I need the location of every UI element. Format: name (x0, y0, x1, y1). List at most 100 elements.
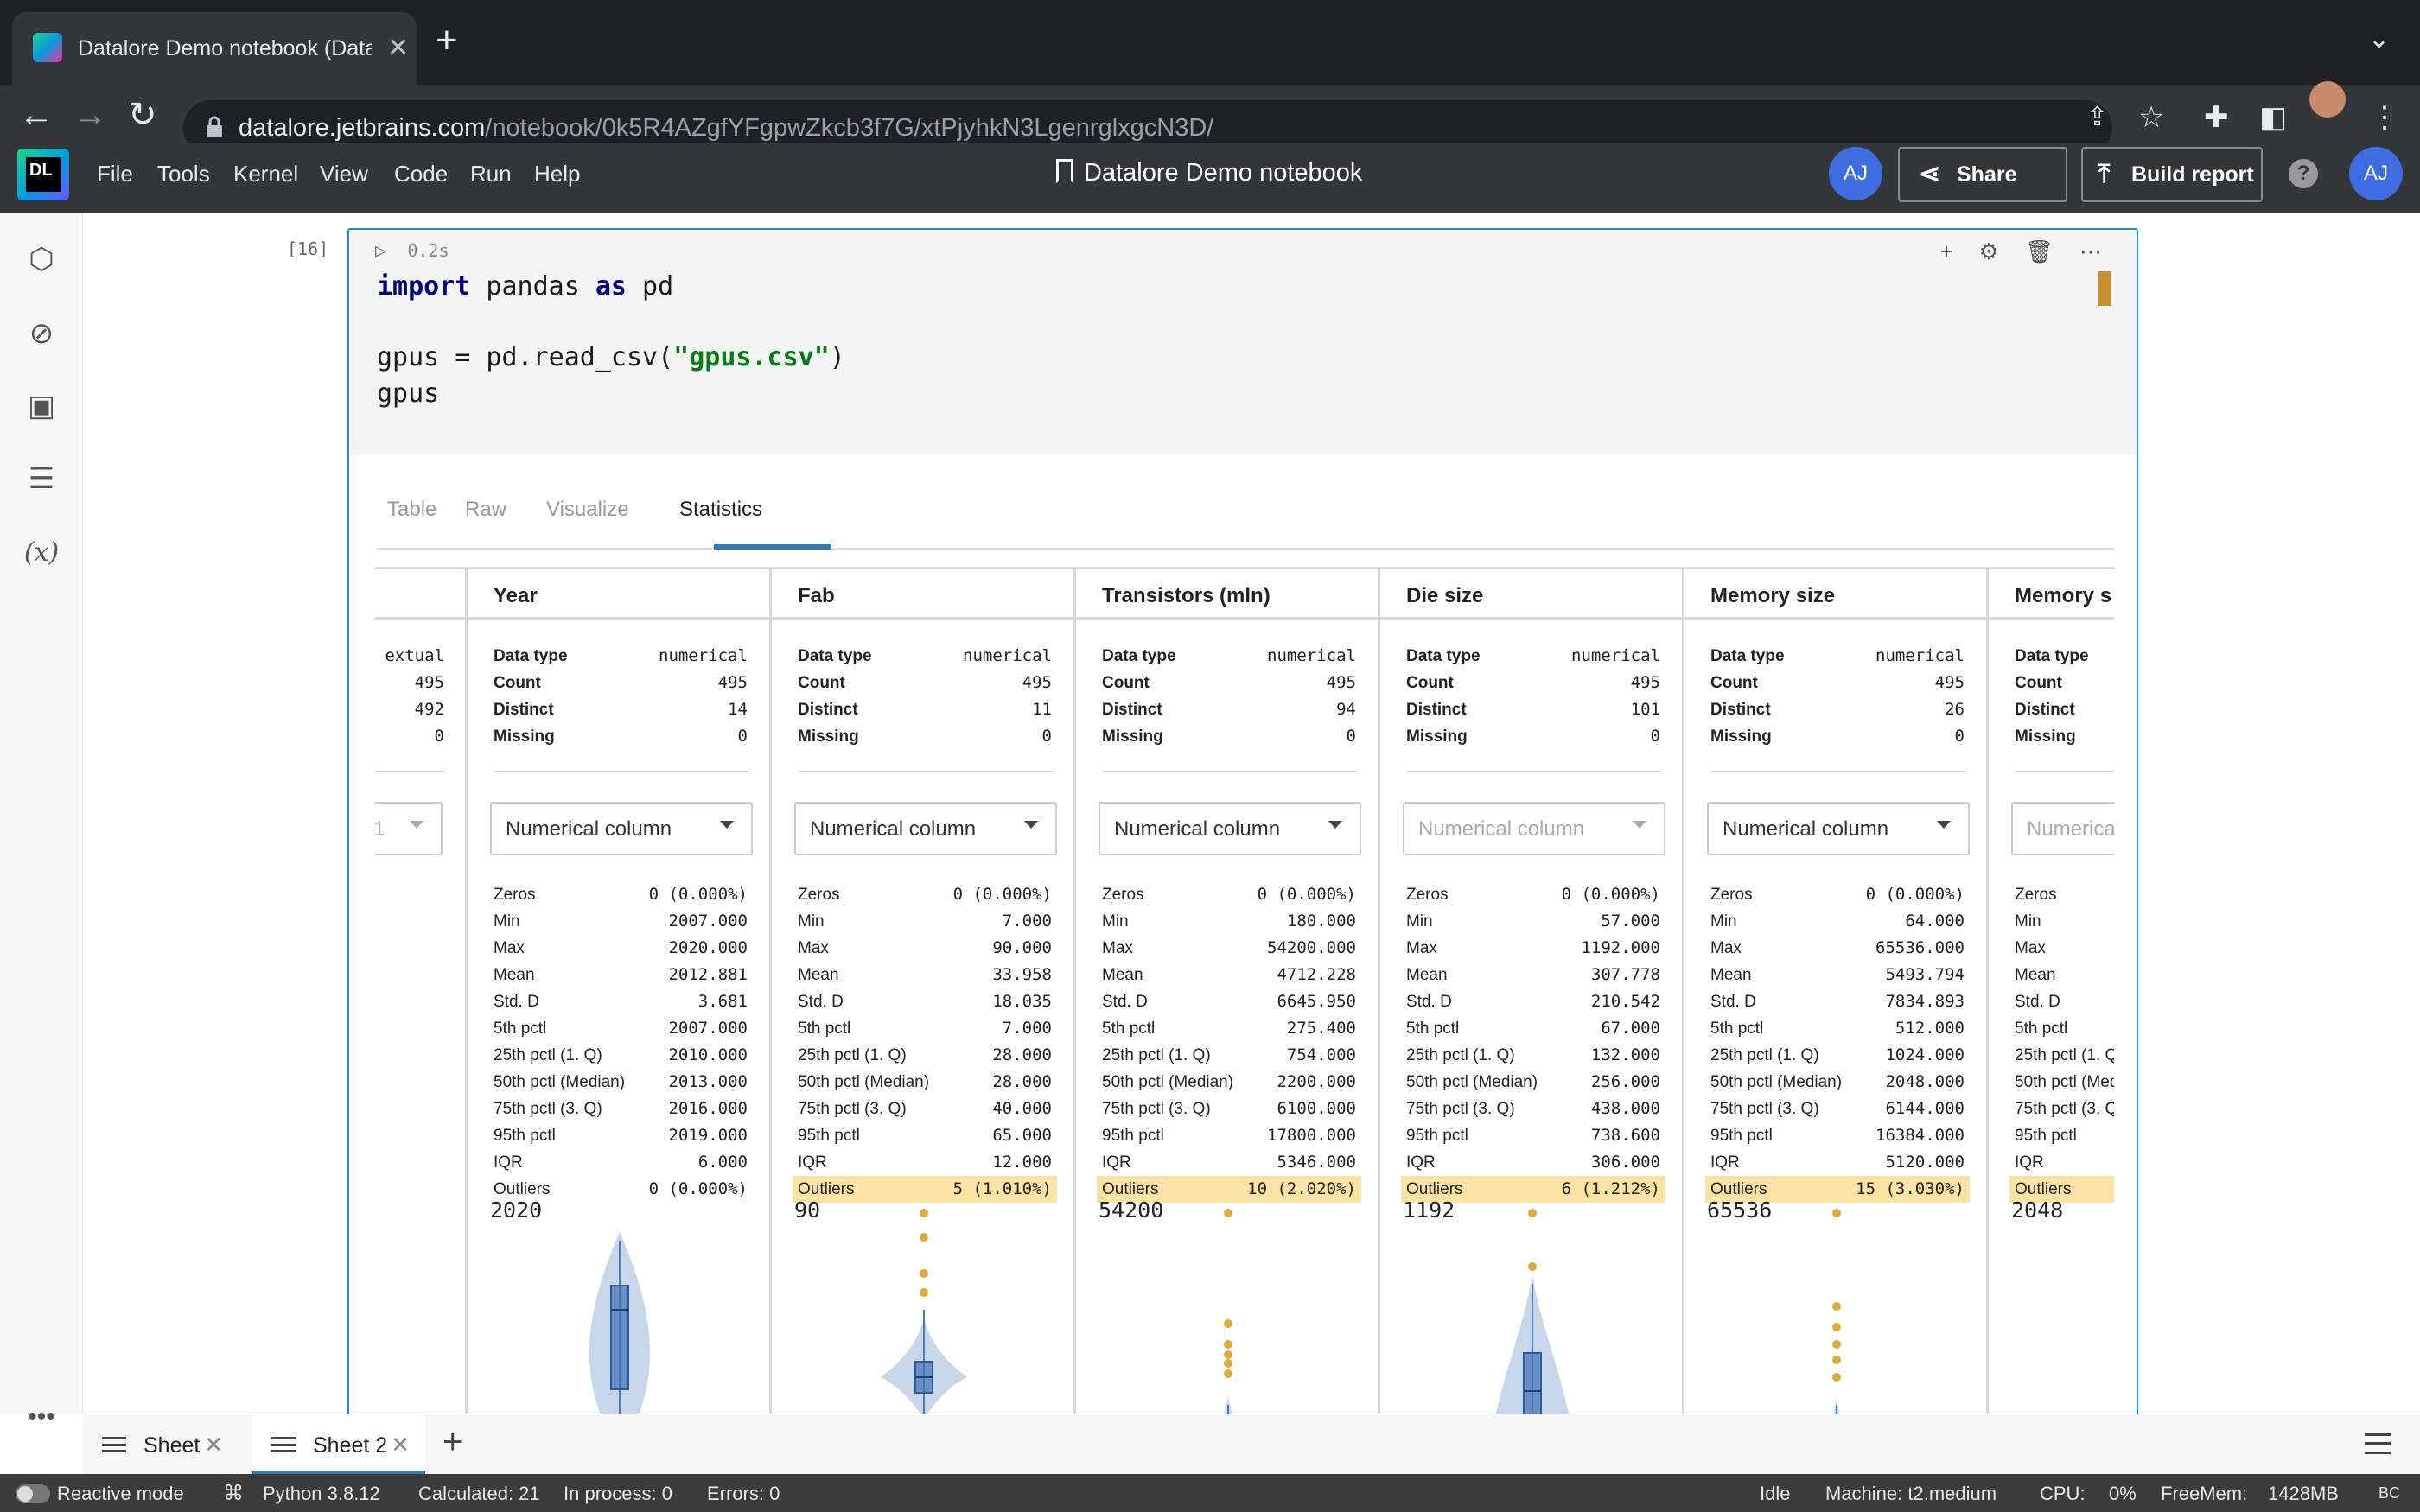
stat-std: Std. D (2015, 988, 2114, 1015)
bookmark-star-icon[interactable]: ☆ (2138, 100, 2164, 135)
menu-run[interactable]: Run (470, 161, 512, 187)
stat-value: numerical (1267, 646, 1356, 665)
close-sheet-icon[interactable]: ✕ (391, 1432, 410, 1458)
box (610, 1285, 629, 1390)
dropdown-text: Numerical column (810, 817, 977, 841)
attachment-icon[interactable]: ⊘ (21, 313, 62, 354)
code-text: gpus = pd.read_csv( (377, 342, 674, 372)
close-sheet-icon[interactable]: ✕ (204, 1432, 223, 1458)
stat-value: 180.000 (1286, 912, 1356, 931)
stat-value: 0 (1346, 727, 1356, 746)
menu-tools[interactable]: Tools (157, 161, 210, 187)
chevron-down-icon[interactable]: ⌄ (2368, 24, 2390, 54)
stat-max: Max 90.000 (798, 935, 1052, 962)
stat-label: Missing (1406, 727, 1468, 746)
stat-value: 0 (1650, 727, 1660, 746)
code-keyword: import (377, 271, 471, 302)
outline-icon[interactable]: ☰ (21, 458, 62, 499)
stat-count: Count 495 (1406, 670, 1660, 696)
add-sheet-icon[interactable]: + (443, 1423, 462, 1462)
stat-value: 10 (2.020%) (1247, 1179, 1356, 1198)
stat-value: 101 (1630, 700, 1660, 719)
stat-label: Zeros (494, 886, 536, 904)
stat-p75: 75th pctl (3. Q) (2015, 1096, 2114, 1122)
close-tab-icon[interactable]: ✕ (387, 33, 409, 63)
url-domain: datalore.jetbrains.com (239, 114, 486, 142)
stat-label: 25th pctl (1. Q) (1102, 1046, 1211, 1064)
stat-value: 28.000 (992, 1045, 1052, 1064)
new-tab-icon[interactable]: + (436, 19, 458, 62)
share-button[interactable]: ⋖ Share (1898, 147, 2067, 202)
plot-max-value: 2048 (2011, 1198, 2064, 1223)
cell-settings-icon[interactable]: ⚙ (1979, 238, 1999, 264)
datalore-logo[interactable]: DL (17, 149, 69, 200)
menu-code[interactable]: Code (394, 161, 448, 187)
menu-help[interactable]: Help (534, 161, 580, 187)
forward-icon[interactable]: → (73, 93, 107, 137)
extensions-icon[interactable]: ✚ (2204, 100, 2229, 135)
column-type-dropdown[interactable]: Numerical column (490, 802, 753, 855)
column-header[interactable]: Transistors (mln) (1076, 567, 1379, 620)
column-type-dropdown[interactable]: Numerica (2011, 802, 2114, 855)
run-cell-icon[interactable]: ▷ (375, 240, 386, 262)
column-header[interactable]: Memory size (1684, 567, 1987, 620)
build-report-button[interactable]: ⤒ Build report (2081, 147, 2263, 202)
cell-more-icon[interactable]: ⋯ (2079, 238, 2102, 264)
variables-icon[interactable]: (x) (21, 532, 62, 574)
reload-icon[interactable]: ↻ (128, 93, 157, 137)
stat-min: Min 2007.000 (494, 908, 748, 935)
partial-column-dropdown[interactable]: 1 (375, 802, 443, 855)
tab-statistics[interactable]: Statistics (679, 498, 762, 522)
python-version[interactable]: Python 3.8.12 (263, 1483, 380, 1505)
browser-menu-icon[interactable]: ⋮ (2370, 100, 2399, 135)
notebook-title[interactable]: Datalore Demo notebook (1056, 159, 1362, 187)
sheets-menu-icon[interactable] (2365, 1433, 2391, 1454)
chip-icon[interactable]: ▣ (21, 385, 62, 427)
user-avatar[interactable]: AJ (2349, 147, 2403, 200)
stat-iqr: IQR 306.000 (1406, 1149, 1660, 1176)
stats-separator (1710, 771, 1965, 772)
stat-p50: 50th pctl (Median) 2013.000 (494, 1069, 748, 1096)
help-icon[interactable]: ? (2289, 159, 2318, 188)
column-type-dropdown[interactable]: Numerical column (794, 802, 1057, 855)
stat-data_type: Data type numerical (494, 643, 748, 670)
menu-view[interactable]: View (320, 161, 368, 187)
column-header[interactable]: Fab (772, 567, 1074, 620)
code-editor[interactable]: ▷ 0.2s import pandas as pd gpus = pd.rea… (351, 232, 2137, 454)
stat-max: Max 1192.000 (1406, 935, 1660, 962)
browser-tab[interactable]: Datalore Demo notebook (Data ✕ (12, 12, 417, 85)
machine-type[interactable]: Machine: t2.medium (1825, 1483, 1996, 1505)
column-header[interactable]: Year (468, 567, 770, 620)
stat-label: Distinct (494, 701, 554, 719)
stat-label: 75th pctl (3. Q) (798, 1100, 907, 1118)
collaborator-avatar[interactable]: AJ (1829, 147, 1882, 200)
violin-plot (1224, 1209, 1232, 1414)
stats-separator (1406, 771, 1660, 772)
dropdown-arrow-icon (1328, 821, 1342, 829)
column-type-dropdown[interactable]: Numerical column (1403, 802, 1665, 855)
stat-value: 6645.950 (1277, 992, 1356, 1011)
add-cell-icon[interactable]: + (1939, 238, 1952, 264)
share-page-icon[interactable]: ⇪ (2086, 102, 2108, 132)
reactive-mode-toggle[interactable] (16, 1484, 50, 1503)
sheet-tab-1[interactable]: Sheet ✕ (83, 1414, 239, 1475)
tab-table[interactable]: Table (387, 498, 436, 522)
menu-kernel[interactable]: Kernel (233, 161, 298, 187)
tab-visualize[interactable]: Visualize (546, 498, 629, 522)
side-panel-icon[interactable]: ◧ (2259, 100, 2287, 135)
back-icon[interactable]: ← (19, 93, 54, 137)
partial-separator (375, 771, 444, 772)
tab-raw[interactable]: Raw (465, 498, 506, 522)
column-type-dropdown[interactable]: Numerical column (1099, 802, 1361, 855)
menu-file[interactable]: File (97, 161, 133, 187)
code-cell[interactable]: ▷ 0.2s import pandas as pd gpus = pd.rea… (347, 228, 2138, 1414)
column-type-dropdown[interactable]: Numerical column (1707, 802, 1970, 855)
cube-icon[interactable]: ⬡ (21, 238, 62, 280)
stat-value: 18.035 (992, 992, 1052, 1011)
browser-profile-avatar[interactable] (2309, 81, 2346, 118)
column-header[interactable]: Die size (1380, 567, 1683, 620)
column-header[interactable]: Memory s (1989, 567, 2114, 620)
delete-cell-icon[interactable]: 🗑 (2025, 238, 2054, 264)
sheet-tab-2[interactable]: Sheet 2 ✕ (252, 1414, 425, 1475)
more-icon[interactable]: ••• (21, 1396, 62, 1438)
